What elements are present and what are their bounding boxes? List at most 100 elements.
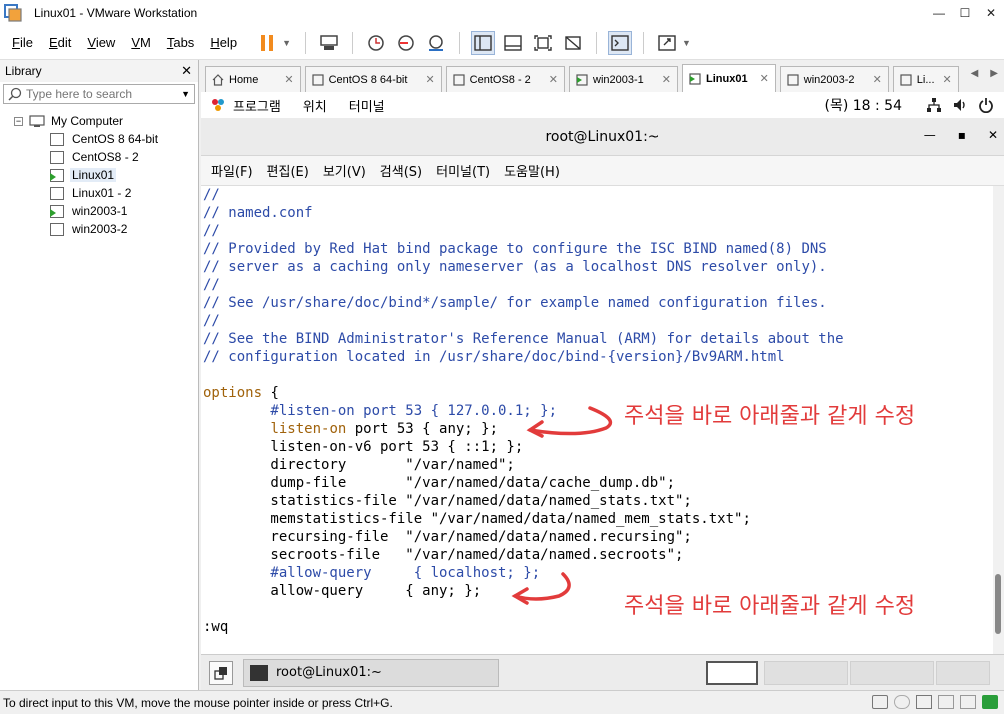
maximize-button[interactable]: ☐ — [952, 0, 978, 26]
terminal-line: // — [203, 187, 220, 203]
close-library-icon[interactable]: ✕ — [181, 63, 192, 79]
terminal-menu-view[interactable]: 보기(V) — [323, 161, 366, 180]
annotation-text-2: 주석을 바로 아래줄과 같게 수정 — [624, 594, 916, 619]
network-adapter-icon[interactable] — [916, 695, 932, 709]
terminal-line: recursing-file "/var/named/data/named.re… — [203, 529, 692, 545]
cd-icon[interactable] — [894, 695, 910, 709]
menu-file[interactable]: File — [12, 35, 33, 50]
vm-icon — [900, 73, 912, 86]
terminal-menu-terminal[interactable]: 터미널(T) — [436, 161, 490, 180]
power-dropdown-icon[interactable]: ▼ — [282, 38, 291, 48]
terminal-line: directory "/var/named"; — [203, 457, 515, 473]
console-view-icon[interactable] — [607, 30, 632, 55]
minimize-button[interactable]: — — [926, 0, 952, 26]
close-tab-icon[interactable]: ✕ — [943, 73, 952, 86]
tab-win2003-2[interactable]: win2003-2 ✕ — [779, 66, 889, 92]
volume-icon[interactable] — [952, 97, 968, 113]
tab-centos8-64[interactable]: CentOS 8 64-bit ✕ — [304, 66, 442, 92]
sound-card-icon[interactable] — [960, 695, 976, 709]
snapshot-manager-icon[interactable] — [424, 31, 448, 55]
terminal-menu-help[interactable]: 도움말(H) — [504, 161, 560, 180]
snapshot-icon[interactable] — [364, 31, 388, 55]
menu-vm[interactable]: VM — [131, 35, 151, 50]
terminal-line: secroots-file "/var/named/data/named.sec… — [203, 547, 684, 563]
vm-icon — [453, 73, 465, 86]
library-title: Library — [5, 64, 42, 78]
tab-home[interactable]: Home ✕ — [205, 66, 301, 92]
menu-view[interactable]: View — [87, 35, 115, 50]
menu-tabs[interactable]: Tabs — [167, 35, 194, 50]
vm-icon — [50, 132, 64, 146]
workspace-1[interactable] — [706, 661, 758, 685]
search-dropdown-icon[interactable]: ▼ — [181, 89, 190, 99]
terminal-menu-edit[interactable]: 편집(E) — [267, 161, 309, 180]
workspace-2[interactable] — [764, 661, 848, 685]
full-screen-icon[interactable] — [531, 31, 555, 55]
show-desktop-button[interactable] — [209, 660, 233, 685]
terminal-line: memstatistics-file "/var/named/data/name… — [203, 511, 751, 527]
workspace-3[interactable] — [850, 661, 934, 685]
suspend-icon[interactable] — [255, 31, 279, 55]
home-icon — [212, 73, 224, 86]
tab-centos8-2[interactable]: CentOS8 - 2 ✕ — [445, 66, 566, 92]
menu-edit[interactable]: Edit — [49, 35, 71, 50]
library-header: Library ✕ — [0, 60, 198, 82]
tree-item-centos8-64[interactable]: CentOS 8 64-bit — [0, 130, 198, 148]
terminal-maximize-button[interactable]: ▪ — [958, 128, 966, 142]
terminal-line: // — [203, 277, 220, 293]
vm-running-icon — [50, 168, 64, 182]
stretch-guest-icon[interactable] — [655, 31, 679, 55]
terminal-line: // See the BIND Administrator's Referenc… — [203, 331, 844, 347]
revert-snapshot-icon[interactable] — [394, 31, 418, 55]
terminal-scrollbar[interactable] — [993, 186, 1004, 654]
tab-scroll-right-icon[interactable]: ▶ — [990, 68, 998, 79]
workspace-4[interactable] — [936, 661, 990, 685]
tree-item-linux01[interactable]: Linux01 — [0, 166, 198, 184]
thumbnail-view-icon[interactable] — [501, 31, 525, 55]
terminal-menu-file[interactable]: 파일(F) — [211, 161, 253, 180]
tree-root[interactable]: − My Computer — [0, 112, 198, 130]
clock[interactable]: (목) 18 : 54 — [824, 95, 902, 115]
terminal-close-button[interactable]: ✕ — [988, 128, 998, 142]
tab-scroll-left-icon[interactable]: ◀ — [971, 68, 979, 79]
applications-menu[interactable]: 프로그램 — [233, 96, 281, 115]
collapse-icon[interactable]: − — [14, 116, 23, 126]
taskbar-terminal-item[interactable]: root@Linux01:~ — [243, 658, 499, 687]
vm-running-icon — [576, 73, 588, 86]
unity-icon[interactable] — [561, 31, 585, 55]
toolbar-separator — [304, 31, 306, 54]
terminal-app-menu[interactable]: 터미널 — [349, 96, 385, 115]
close-button[interactable]: ✕ — [978, 0, 1004, 26]
places-menu[interactable]: 위치 — [303, 96, 327, 115]
hard-disk-icon[interactable] — [872, 695, 888, 709]
terminal-menu-search[interactable]: 검색(S) — [380, 161, 422, 180]
power-icon[interactable] — [978, 97, 994, 113]
tree-item-win2003-2[interactable]: win2003-2 — [0, 220, 198, 238]
library-view-icon[interactable] — [470, 30, 495, 55]
terminal-minimize-button[interactable]: — — [924, 128, 936, 142]
menu-help[interactable]: Help — [210, 35, 237, 50]
message-icon[interactable] — [982, 695, 998, 709]
tree-item-linux01-2[interactable]: Linux01 - 2 — [0, 184, 198, 202]
terminal-line: statistics-file "/var/named/data/named_s… — [203, 493, 692, 509]
tree-item-centos8-2[interactable]: CentOS8 - 2 — [0, 148, 198, 166]
printer-icon[interactable] — [938, 695, 954, 709]
tree-item-win2003-1[interactable]: win2003-1 — [0, 202, 198, 220]
library-search-input[interactable] — [26, 87, 182, 101]
close-tab-icon[interactable]: ✕ — [873, 73, 882, 86]
tab-more[interactable]: Li... ✕ — [892, 66, 959, 92]
close-tab-icon[interactable]: ✕ — [425, 73, 434, 86]
terminal-line: dump-file "/var/named/data/cache_dump.db… — [203, 475, 676, 491]
toolbar-separator — [642, 31, 644, 54]
network-icon[interactable] — [926, 97, 942, 113]
close-tab-icon[interactable]: ✕ — [284, 73, 293, 86]
close-tab-icon[interactable]: ✕ — [662, 73, 671, 86]
close-tab-icon[interactable]: ✕ — [760, 72, 769, 85]
send-ctrl-alt-del-icon[interactable] — [317, 31, 341, 55]
tab-win2003-1[interactable]: win2003-1 ✕ — [569, 66, 678, 92]
tab-linux01[interactable]: Linux01 ✕ — [682, 64, 776, 92]
stretch-dropdown-icon[interactable]: ▼ — [682, 38, 691, 48]
scrollbar-thumb[interactable] — [995, 574, 1001, 634]
close-tab-icon[interactable]: ✕ — [549, 73, 558, 86]
terminal-line: // See /usr/share/doc/bind*/sample/ for … — [203, 295, 827, 311]
